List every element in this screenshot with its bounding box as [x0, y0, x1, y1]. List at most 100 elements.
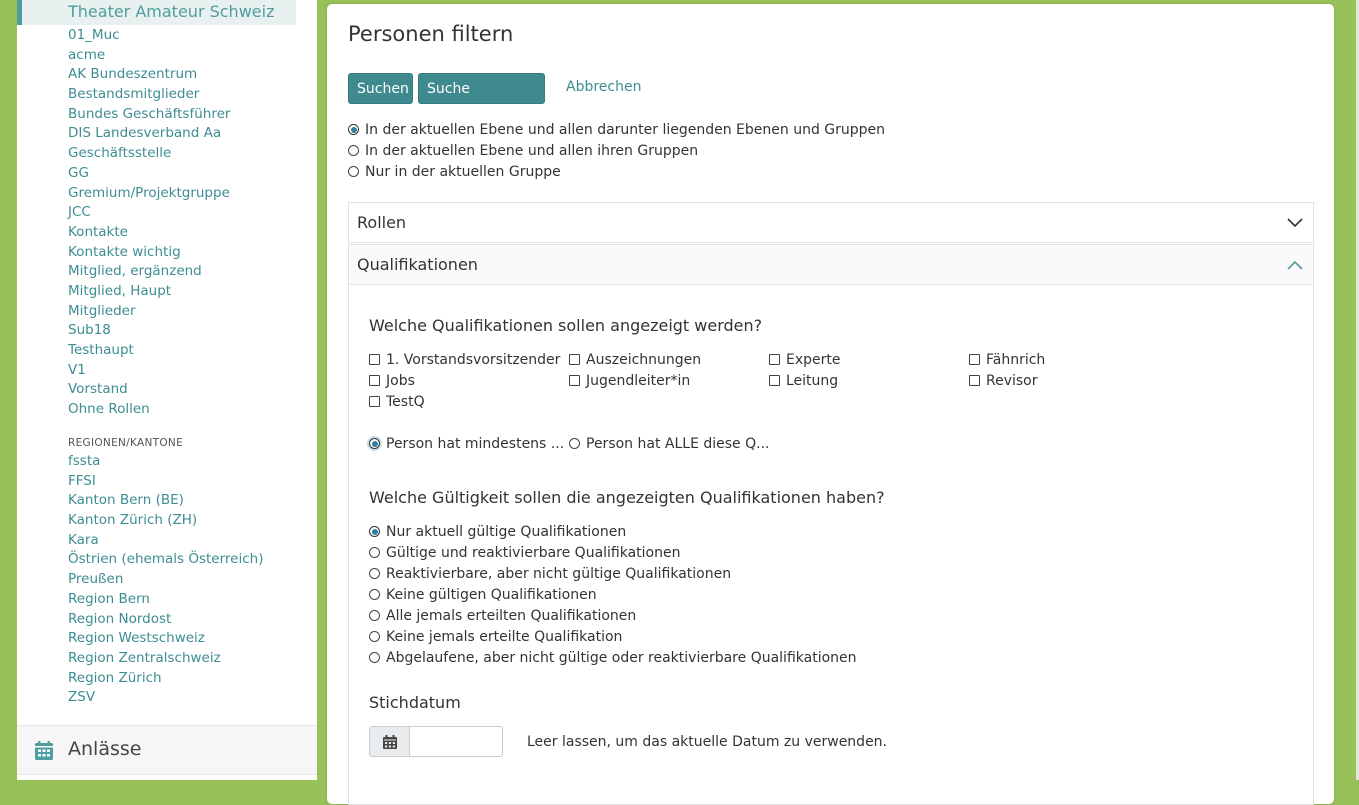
scope-option[interactable]: In der aktuellen Ebene und allen ihren G… — [348, 141, 698, 161]
search-button[interactable]: Suchen — [348, 73, 413, 104]
validity-option[interactable]: Nur aktuell gültige Qualifikationen — [369, 522, 626, 542]
validity-radio[interactable] — [369, 589, 380, 600]
chevron-up-icon — [1286, 256, 1304, 278]
sidebar-region-link[interactable]: ZSV — [68, 688, 263, 708]
sidebar-active-group[interactable]: Theater Amateur Schweiz — [17, 0, 296, 25]
qualification-checkbox[interactable] — [369, 396, 380, 407]
validity-label: Abgelaufene, aber nicht gültige oder rea… — [386, 650, 857, 666]
validity-label: Gültige und reaktivierbare Qualifikation… — [386, 545, 681, 561]
calendar-button[interactable] — [370, 727, 410, 756]
sidebar-region-link[interactable]: Östrien (ehemals Österreich) — [68, 550, 263, 570]
qualification-option[interactable]: Fähnrich — [969, 350, 1045, 370]
scope-radio[interactable] — [348, 166, 359, 177]
qualification-option[interactable]: Leitung — [769, 371, 838, 391]
accordion-qualifications[interactable]: Qualifikationen — [348, 244, 1314, 285]
qualification-checkbox[interactable] — [369, 354, 380, 365]
validity-option[interactable]: Alle jemals erteilten Qualifikationen — [369, 606, 636, 626]
scope-radio[interactable] — [348, 124, 359, 135]
validity-radio[interactable] — [369, 631, 380, 642]
sidebar-group-link[interactable]: Kontakte wichtig — [68, 243, 230, 263]
sidebar-group-link[interactable]: JCC — [68, 203, 230, 223]
sidebar-group-link[interactable]: Bestandsmitglieder — [68, 85, 230, 105]
sidebar-group-link[interactable]: Ohne Rollen — [68, 400, 230, 420]
match-radio[interactable] — [569, 438, 580, 449]
accordion-roles[interactable]: Rollen — [348, 202, 1314, 243]
sidebar-group-link[interactable]: Sub18 — [68, 321, 230, 341]
reference-date-label: Stichdatum — [369, 693, 461, 712]
reference-date-field — [369, 726, 506, 758]
qualification-checkbox[interactable] — [569, 354, 580, 365]
qualification-option[interactable]: Jugendleiter*in — [569, 371, 690, 391]
sidebar-group-link[interactable]: V1 — [68, 361, 230, 381]
sidebar-group-link[interactable]: Testhaupt — [68, 341, 230, 361]
sidebar-region-link[interactable]: fssta — [68, 452, 263, 472]
validity-radio[interactable] — [369, 610, 380, 621]
sidebar-group-link[interactable]: Vorstand — [68, 380, 230, 400]
scope-option[interactable]: In der aktuellen Ebene und allen darunte… — [348, 120, 885, 140]
validity-radio[interactable] — [369, 547, 380, 558]
qualification-label: TestQ — [386, 394, 425, 410]
sidebar-group-link[interactable]: Kontakte — [68, 223, 230, 243]
match-radio[interactable] — [369, 438, 380, 449]
page-title: Personen filtern — [348, 22, 514, 46]
sidebar-group-link[interactable]: Mitglied, Haupt — [68, 282, 230, 302]
validity-option[interactable]: Abgelaufene, aber nicht gültige oder rea… — [369, 648, 857, 668]
scope-radio[interactable] — [348, 145, 359, 156]
save-search-button[interactable]: Suche speichern — [418, 73, 545, 128]
sidebar-region-link[interactable]: Region Zürich — [68, 669, 263, 689]
sidebar-region-link[interactable]: Region Zentralschweiz — [68, 649, 263, 669]
reference-date-hint: Leer lassen, um das aktuelle Datum zu ve… — [527, 734, 888, 750]
qualification-label: Leitung — [786, 373, 839, 389]
scope-label: In der aktuellen Ebene und allen darunte… — [365, 122, 886, 138]
qualification-checkbox[interactable] — [769, 354, 780, 365]
sidebar-region-link[interactable]: Kanton Bern (BE) — [68, 491, 263, 511]
sidebar-group-link[interactable]: acme — [68, 46, 230, 66]
validity-option[interactable]: Reaktivierbare, aber nicht gültige Quali… — [369, 564, 731, 584]
qualification-option[interactable]: Experte — [769, 350, 841, 370]
sidebar-region-link[interactable]: Preußen — [68, 570, 263, 590]
reference-date-input[interactable] — [410, 727, 506, 758]
sidebar-region-link[interactable]: Region Bern — [68, 590, 263, 610]
scope-option[interactable]: Nur in der aktuellen Gruppe — [348, 162, 561, 182]
qualification-option[interactable]: Jobs — [369, 371, 415, 391]
validity-option[interactable]: Keine jemals erteilte Qualifikation — [369, 627, 622, 647]
validity-label: Keine jemals erteilte Qualifikation — [386, 629, 623, 645]
validity-label: Alle jemals erteilten Qualifikationen — [386, 608, 637, 624]
validity-option[interactable]: Keine gültigen Qualifikationen — [369, 585, 597, 605]
sidebar-item-events[interactable]: Anlässe — [17, 725, 317, 775]
qualification-option[interactable]: 1. Vorstandsvorsitzender — [369, 350, 560, 370]
match-option[interactable]: Person hat mindestens ... — [369, 434, 564, 454]
validity-radio[interactable] — [369, 568, 380, 579]
accordion-qualifications-label: Qualifikationen — [357, 255, 478, 274]
validity-label: Nur aktuell gültige Qualifikationen — [386, 524, 627, 540]
validity-radio[interactable] — [369, 652, 380, 663]
sidebar-group-link[interactable]: AK Bundeszentrum — [68, 65, 230, 85]
qualification-option[interactable]: Auszeichnungen — [569, 350, 701, 370]
validity-question: Welche Gültigkeit sollen die angezeigten… — [369, 488, 885, 507]
qualification-checkbox[interactable] — [369, 375, 380, 386]
sidebar-group-link[interactable]: Bundes Geschäftsführer — [68, 105, 230, 125]
qualification-checkbox[interactable] — [769, 375, 780, 386]
sidebar-group-link[interactable]: DIS Landesverband Aa — [68, 124, 230, 144]
sidebar-group-link[interactable]: Gremium/Projektgruppe — [68, 184, 230, 204]
sidebar-group-link[interactable]: GG — [68, 164, 230, 184]
validity-radio[interactable] — [369, 526, 380, 537]
qualification-label: Jugendleiter*in — [586, 373, 691, 389]
sidebar-group-link[interactable]: Mitglied, ergänzend — [68, 262, 230, 282]
sidebar-region-link[interactable]: Kanton Zürich (ZH) — [68, 511, 263, 531]
sidebar-group-link[interactable]: Geschäftsstelle — [68, 144, 230, 164]
qualification-option[interactable]: Revisor — [969, 371, 1038, 391]
sidebar-group-link[interactable]: 01_Muc — [68, 26, 230, 46]
sidebar-region-link[interactable]: Kara — [68, 531, 263, 551]
validity-option[interactable]: Gültige und reaktivierbare Qualifikation… — [369, 543, 681, 563]
qualification-checkbox[interactable] — [969, 375, 980, 386]
cancel-link[interactable]: Abbrechen — [566, 79, 641, 95]
match-option[interactable]: Person hat ALLE diese Q... — [569, 434, 769, 454]
sidebar-region-link[interactable]: FFSI — [68, 472, 263, 492]
qualification-checkbox[interactable] — [969, 354, 980, 365]
qualification-checkbox[interactable] — [569, 375, 580, 386]
sidebar-region-link[interactable]: Region Westschweiz — [68, 629, 263, 649]
sidebar-region-link[interactable]: Region Nordost — [68, 610, 263, 630]
sidebar-group-link[interactable]: Mitglieder — [68, 302, 230, 322]
qualification-option[interactable]: TestQ — [369, 392, 425, 412]
